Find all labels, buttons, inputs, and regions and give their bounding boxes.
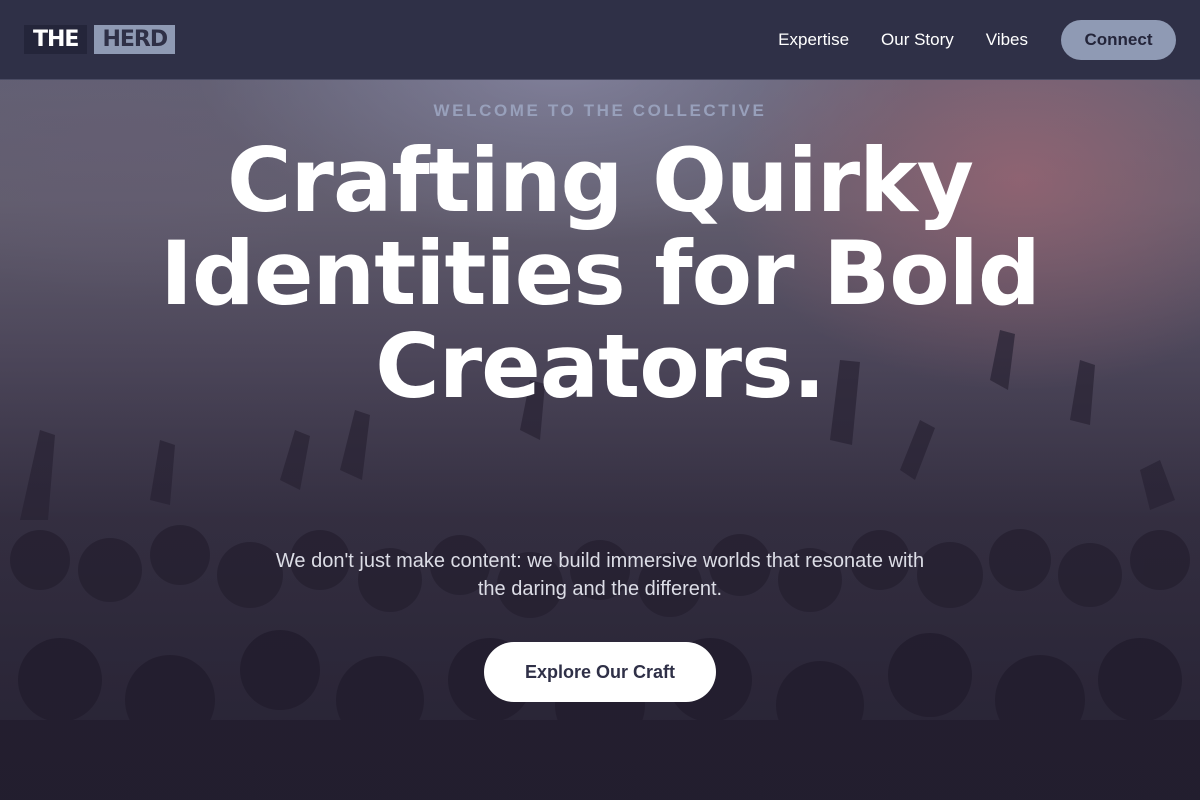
site-header: THE HERD Expertise Our Story Vibes Conne… (0, 0, 1200, 80)
logo-the: THE (24, 25, 88, 54)
explore-craft-button[interactable]: Explore Our Craft (484, 642, 716, 702)
nav-link-expertise[interactable]: Expertise (778, 30, 849, 50)
nav-link-our-story[interactable]: Our Story (881, 30, 954, 50)
connect-button[interactable]: Connect (1061, 19, 1176, 60)
logo-herd: HERD (94, 25, 176, 54)
hero-headline: Crafting Quirky Identities for Bold Crea… (160, 129, 1041, 418)
hero-subtext: We don't just make content: we build imm… (275, 550, 925, 600)
nav-link-vibes[interactable]: Vibes (986, 30, 1028, 50)
main-nav: Expertise Our Story Vibes Connect (746, 19, 1176, 60)
brand-logo[interactable]: THE HERD (24, 25, 176, 54)
hero-section: WELCOME TO THE COLLECTIVE Crafting Quirk… (0, 80, 1200, 800)
hero-eyebrow: WELCOME TO THE COLLECTIVE (433, 101, 767, 120)
